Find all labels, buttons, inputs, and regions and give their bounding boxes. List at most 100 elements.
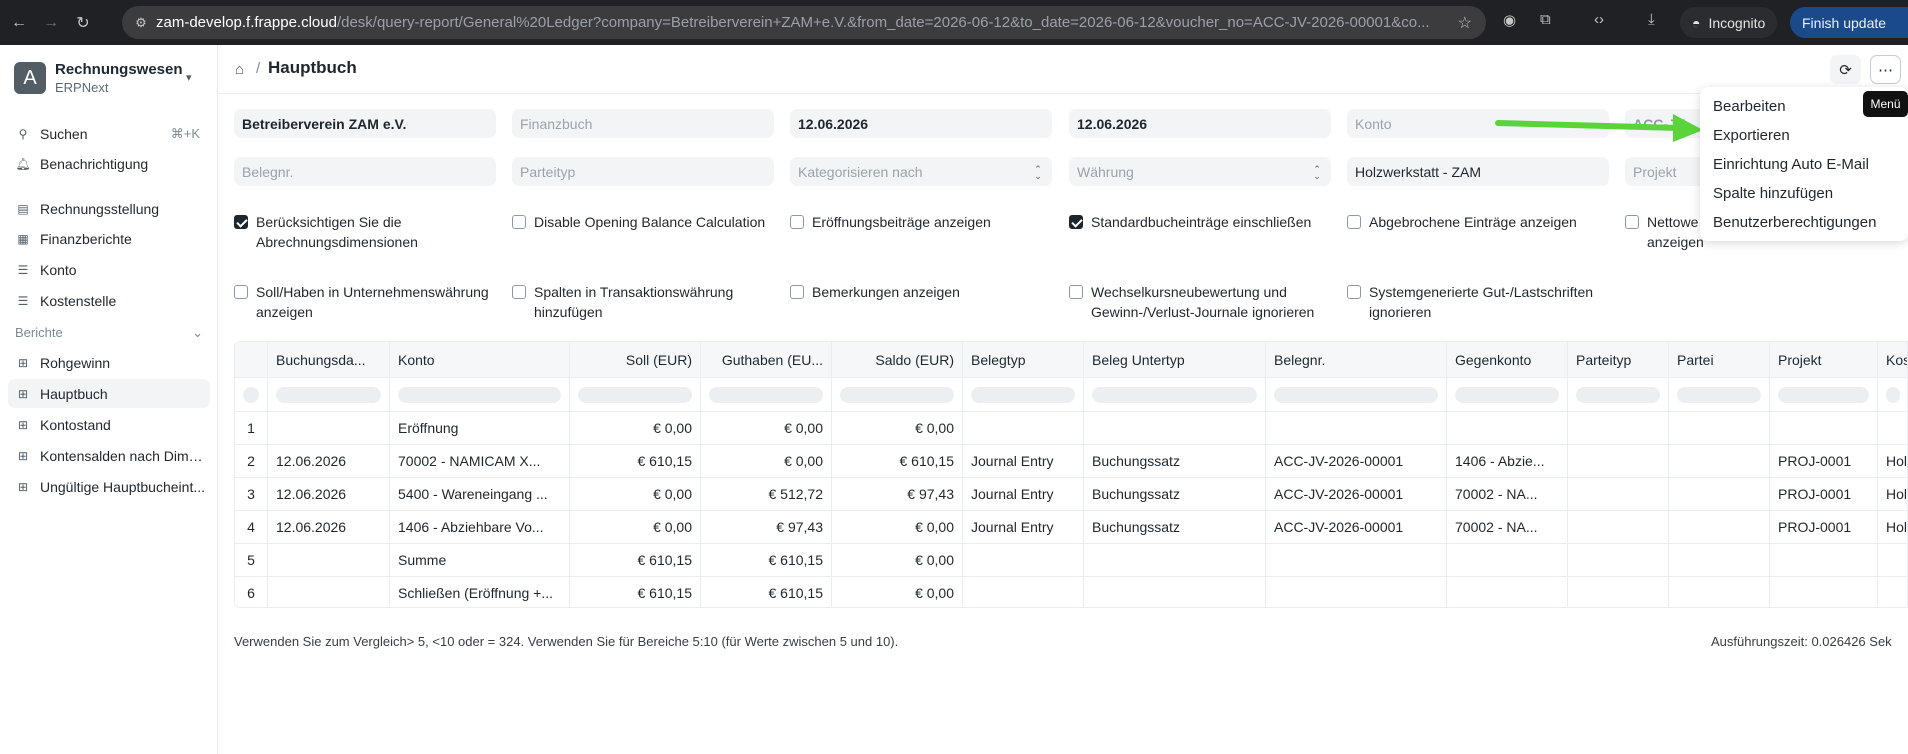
table-cell[interactable]: € 0,00 [832,412,963,445]
sidebar-item-konto[interactable]: ☰ Konto [8,255,210,284]
column-filter-input[interactable] [1447,378,1568,412]
currency-select[interactable]: Währung [1069,157,1331,186]
column-filter-input[interactable] [1770,378,1878,412]
table-cell[interactable] [1669,478,1770,511]
table-cell[interactable]: € 0,00 [701,412,832,445]
checkbox-unchecked[interactable] [790,285,804,299]
checkbox-disable-opening-balance[interactable]: Disable Opening Balance Calculation [512,212,765,232]
table-cell[interactable]: € 610,15 [832,445,963,478]
checkbox-ignore-system-notes[interactable]: Systemgenerierte Gut-/Lastschriften ignor… [1347,282,1593,322]
table-cell[interactable]: € 610,15 [570,577,701,607]
table-cell[interactable] [1878,544,1907,577]
table-cell[interactable] [1568,412,1669,445]
table-cell[interactable]: Holz [1878,478,1907,511]
table-cell[interactable] [268,544,390,577]
reload-icon[interactable]: ↻ [70,10,96,36]
incognito-badge[interactable]: ◓ Incognito [1680,7,1778,38]
checkbox-checked[interactable] [1069,215,1083,229]
column-filter-input[interactable] [832,378,963,412]
column-header[interactable]: Belegtyp [963,342,1084,378]
column-filter-input[interactable] [1084,378,1266,412]
sidebar-item-rohgewinn[interactable]: ⊞ Rohgewinn [8,348,210,377]
download-icon[interactable]: ⤓ [1648,11,1655,28]
column-filter-input[interactable] [1669,378,1770,412]
project-filter[interactable]: Projekt [1625,157,1705,186]
sidebar-item-rechnungsstellung[interactable]: ▤ Rechnungsstellung [8,194,210,223]
column-filter-input[interactable] [1568,378,1669,412]
table-cell[interactable]: € 0,00 [832,511,963,544]
menu-item-benutzerberechtigungen[interactable]: Benutzerberechtigungen [1713,214,1876,231]
column-header[interactable]: Beleg Untertyp [1084,342,1266,378]
table-cell[interactable] [963,412,1084,445]
table-cell[interactable] [1878,412,1907,445]
table-cell[interactable]: ACC-JV-2026-00001 [1266,511,1447,544]
table-cell[interactable] [1568,511,1669,544]
table-cell[interactable]: € 0,00 [570,511,701,544]
company-filter[interactable]: Betreiberverein ZAM e.V. [234,109,496,138]
table-cell[interactable]: Buchungssatz [1084,445,1266,478]
back-icon[interactable]: ← [6,10,32,36]
table-cell[interactable] [1266,544,1447,577]
checkbox-unchecked[interactable] [512,285,526,299]
checkbox-checked[interactable] [234,215,248,229]
table-cell[interactable]: Schließen (Eröffnung +... [390,577,570,607]
column-filter-input[interactable] [235,378,268,412]
table-cell[interactable] [1568,478,1669,511]
table-cell[interactable]: PROJ-0001 [1770,511,1878,544]
checkbox-unchecked[interactable] [1347,215,1361,229]
column-header[interactable]: Partei [1669,342,1770,378]
table-cell[interactable]: Holz [1878,445,1907,478]
group-by-select[interactable]: Kategorisieren nach [790,157,1052,186]
table-cell[interactable]: 70002 - NA... [1447,511,1568,544]
finish-update-button[interactable]: Finish update [1790,7,1908,38]
table-cell[interactable]: € 0,00 [570,478,701,511]
table-cell[interactable]: 12.06.2026 [268,511,390,544]
checkbox-ignore-exchange-revaluation[interactable]: Wechselkursneubewertung und Gewinn-/Verlu… [1069,282,1314,322]
table-cell[interactable] [1669,544,1770,577]
column-header[interactable]: Belegnr. [1266,342,1447,378]
checkbox-unchecked[interactable] [1347,285,1361,299]
voucher-no-input[interactable]: Belegnr. [234,157,496,186]
table-cell[interactable] [1084,544,1266,577]
table-cell[interactable]: Buchungssatz [1084,511,1266,544]
address-bar[interactable]: ⚙ zam-develop.f.frappe.cloud/desk/query-… [122,6,1486,39]
checkbox-unchecked[interactable] [234,285,248,299]
table-cell[interactable]: € 0,00 [832,544,963,577]
sidebar-item-kostenstelle[interactable]: ☰ Kostenstelle [8,286,210,315]
column-filter-input[interactable] [1878,378,1907,412]
table-cell[interactable] [268,577,390,607]
table-cell[interactable] [1878,577,1907,607]
table-cell[interactable] [1568,577,1669,607]
table-cell[interactable] [1266,577,1447,607]
table-cell[interactable] [1447,412,1568,445]
table-cell[interactable] [1084,412,1266,445]
column-header[interactable]: Kost [1878,342,1907,378]
refresh-button[interactable]: ⟳ [1830,55,1861,84]
column-header[interactable]: Konto [390,342,570,378]
sidebar-item-kontostand[interactable]: ⊞ Kontostand [8,410,210,439]
table-cell[interactable] [963,544,1084,577]
column-filter-input[interactable] [1266,378,1447,412]
menu-item-exportieren[interactable]: Exportieren [1713,127,1790,144]
devtools-icon[interactable]: ‹› [1594,11,1604,28]
table-cell[interactable]: Buchungssatz [1084,478,1266,511]
table-cell[interactable]: Holz [1878,511,1907,544]
sidebar-item-hauptbuch[interactable]: ⊞ Hauptbuch [8,379,210,408]
checkbox-company-currency[interactable]: Soll/Haben in Unternehmenswährung anzeige… [234,282,489,322]
table-cell[interactable]: € 610,15 [570,445,701,478]
sidebar-item-ungueltige-hauptbucheintraege[interactable]: ⊞ Ungültige Hauptbucheint... [8,472,210,501]
site-info-icon[interactable]: ⚙ [126,15,156,31]
party-type-filter[interactable]: Parteityp [512,157,774,186]
from-date-filter[interactable]: 12.06.2026 [790,109,1052,138]
to-date-filter[interactable]: 12.06.2026 [1069,109,1331,138]
sidebar-search[interactable]: ⚲ Suchen ⌘+K [8,119,210,148]
table-cell[interactable] [1568,445,1669,478]
column-header[interactable] [235,342,268,378]
checkbox-unchecked[interactable] [1069,285,1083,299]
checkbox-transaction-currency[interactable]: Spalten in Transaktionswährung hinzufügen [512,282,733,322]
sidebar-item-finanzberichte[interactable]: ▦ Finanzberichte [8,224,210,253]
table-cell[interactable]: € 610,15 [701,577,832,607]
column-filter-input[interactable] [963,378,1084,412]
table-cell[interactable]: 12.06.2026 [268,445,390,478]
table-cell[interactable]: ACC-JV-2026-00001 [1266,445,1447,478]
